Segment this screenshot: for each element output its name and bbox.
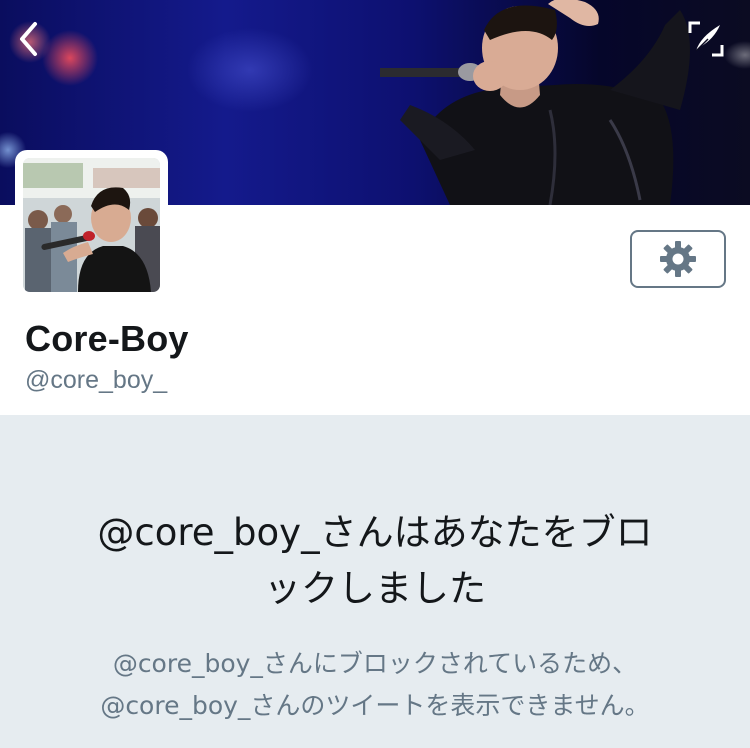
blocked-subtitle-line-2: @core_boy_さんのツイートを表示できません。 — [100, 691, 650, 720]
gear-icon — [660, 241, 696, 277]
blocked-subtitle: @core_boy_さんにブロックされているため、 @core_boy_さんのツ… — [0, 643, 750, 727]
screen-name: @core_boy_ — [25, 366, 168, 394]
avatar[interactable] — [23, 158, 160, 292]
compose-tweet-icon — [688, 21, 724, 57]
chevron-left-icon — [20, 22, 37, 56]
banner-image — [380, 0, 690, 205]
blocked-title-line-1: @core_boy_さんはあなたをブロ — [97, 511, 653, 554]
display-name: Core-Boy — [25, 318, 189, 359]
blocked-subtitle-line-1: @core_boy_さんにブロックされているため、 — [112, 649, 638, 678]
avatar-frame — [15, 150, 168, 300]
blocked-title-line-2: ックしました — [264, 567, 486, 610]
blocked-title: @core_boy_さんはあなたをブロ ックしました — [0, 505, 750, 617]
settings-button[interactable] — [630, 230, 726, 288]
compose-tweet-button[interactable] — [684, 18, 728, 60]
back-button[interactable] — [10, 18, 46, 60]
